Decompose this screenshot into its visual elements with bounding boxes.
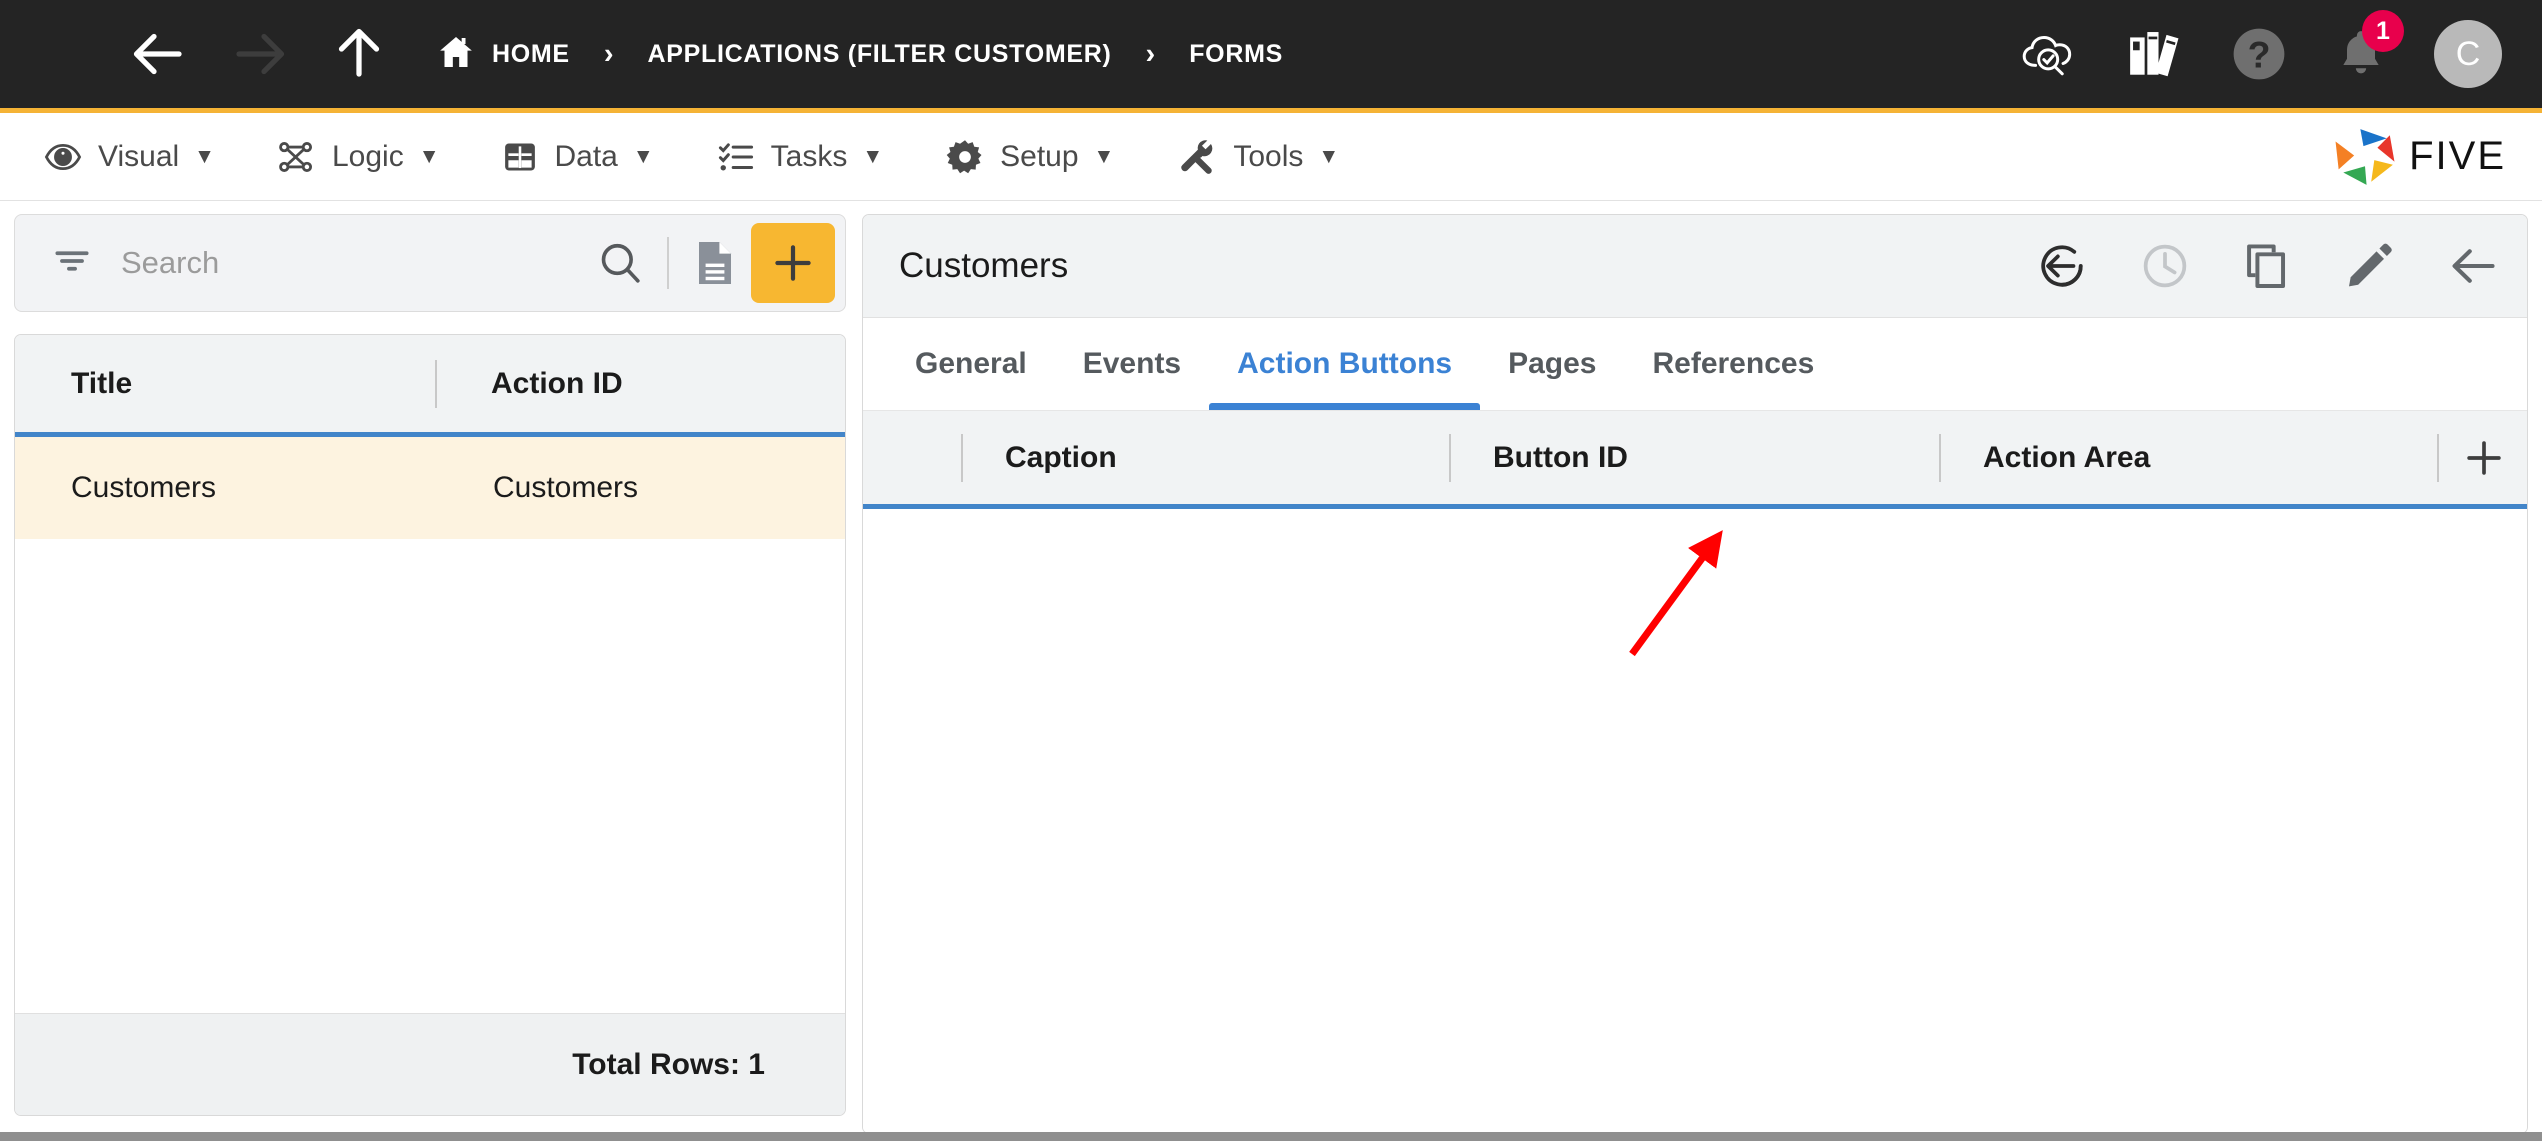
cell-title: Customers xyxy=(71,471,217,504)
column-header-caption[interactable]: Caption xyxy=(963,441,1449,475)
top-navigation-bar: HOME › APPLICATIONS (FILTER CUSTOMER) › … xyxy=(0,0,2542,113)
chevron-down-icon: ▼ xyxy=(418,144,440,168)
tab-label-events: Events xyxy=(1082,347,1182,380)
tab-pages[interactable]: Pages xyxy=(1480,318,1624,410)
grid-footer-total-rows: Total Rows: 1 xyxy=(15,1013,845,1115)
tab-general[interactable]: General xyxy=(887,318,1055,410)
menu-label-setup: Setup xyxy=(1000,139,1079,173)
chevron-down-icon: ▼ xyxy=(1093,144,1115,168)
content-area: Title Action ID Customers Customers Tota… xyxy=(0,202,2542,1134)
toolbar-divider xyxy=(667,237,669,289)
five-logo-text: FIVE xyxy=(2409,134,2506,178)
tab-label-general: General xyxy=(915,347,1027,380)
tools-icon xyxy=(1177,139,1217,175)
up-arrow-icon[interactable] xyxy=(328,23,390,85)
library-books-icon[interactable] xyxy=(2126,26,2184,82)
breadcrumb-item-home[interactable]: HOME xyxy=(436,32,570,77)
table-grid-icon xyxy=(502,140,538,174)
menu-item-visual[interactable]: Visual ▼ xyxy=(44,140,215,174)
page-title: Customers xyxy=(899,246,1069,285)
search-input[interactable] xyxy=(121,245,597,281)
history-clock-icon[interactable] xyxy=(2140,241,2190,291)
home-icon xyxy=(436,32,492,77)
avatar-initial: C xyxy=(2434,20,2502,88)
action-buttons-grid-header: Caption Button ID Action Area xyxy=(863,411,2527,509)
column-header-title[interactable]: Title xyxy=(15,335,435,432)
gear-icon xyxy=(946,139,984,175)
column-header-action-id[interactable]: Action ID xyxy=(437,335,623,432)
logic-flow-icon xyxy=(278,140,316,174)
tab-action-buttons[interactable]: Action Buttons xyxy=(1209,318,1481,410)
chevron-down-icon: ▼ xyxy=(632,144,654,168)
table-row[interactable]: Customers Customers xyxy=(15,437,845,539)
tab-references[interactable]: References xyxy=(1624,318,1842,410)
add-action-button[interactable] xyxy=(2439,437,2505,479)
menu-label-visual: Visual xyxy=(98,139,180,173)
breadcrumb-separator: › xyxy=(1145,37,1156,70)
document-icon[interactable] xyxy=(693,239,737,287)
tab-label-pages: Pages xyxy=(1508,347,1597,380)
column-header-action-area[interactable]: Action Area xyxy=(1941,441,2437,475)
avatar[interactable]: C xyxy=(2434,20,2502,88)
main-menu-bar: Visual ▼ Logic ▼ Data ▼ Tasks ▼ Setup ▼ … xyxy=(0,113,2542,201)
add-record-button[interactable] xyxy=(751,223,835,303)
cloud-check-search-icon[interactable] xyxy=(2018,26,2080,82)
left-list-panel: Title Action ID Customers Customers Tota… xyxy=(14,214,846,1116)
undo-circle-icon[interactable] xyxy=(2037,241,2087,291)
copy-icon[interactable] xyxy=(2243,241,2291,291)
help-icon[interactable]: ? xyxy=(2230,25,2288,83)
action-buttons-grid-body xyxy=(863,509,2527,1133)
svg-text:?: ? xyxy=(2248,34,2271,76)
menu-label-tasks: Tasks xyxy=(770,139,848,173)
detail-panel-header: Customers xyxy=(863,215,2527,318)
back-arrow-icon[interactable] xyxy=(2447,240,2499,292)
form-detail-panel: Customers General Events Action Buttons … xyxy=(862,214,2528,1134)
edit-pencil-icon[interactable] xyxy=(2344,241,2394,291)
notifications-bell-icon[interactable]: 1 xyxy=(2334,10,2404,82)
menu-item-data[interactable]: Data ▼ xyxy=(502,139,654,174)
breadcrumb-item-applications[interactable]: APPLICATIONS (FILTER CUSTOMER) xyxy=(647,40,1111,69)
window-bottom-edge xyxy=(0,1132,2542,1141)
notification-badge: 1 xyxy=(2362,10,2404,52)
menu-label-logic: Logic xyxy=(331,139,404,173)
five-logo: FIVE xyxy=(2329,126,2506,188)
forward-arrow-icon[interactable] xyxy=(228,23,290,85)
plus-icon xyxy=(775,245,811,281)
grid-empty-space xyxy=(15,539,845,1013)
menu-item-setup[interactable]: Setup ▼ xyxy=(946,139,1114,175)
breadcrumb-label-home: HOME xyxy=(492,39,570,68)
forms-grid: Title Action ID Customers Customers Tota… xyxy=(14,334,846,1116)
detail-tabs: General Events Action Buttons Pages Refe… xyxy=(863,318,2527,411)
chevron-down-icon: ▼ xyxy=(194,144,215,168)
chevron-down-icon: ▼ xyxy=(862,144,884,168)
filter-icon[interactable] xyxy=(53,244,91,283)
menu-label-data: Data xyxy=(554,139,618,173)
breadcrumb-item-forms[interactable]: FORMS xyxy=(1189,40,1283,69)
checklist-icon xyxy=(717,140,755,174)
eye-icon xyxy=(44,141,82,173)
application-window: HOME › APPLICATIONS (FILTER CUSTOMER) › … xyxy=(0,0,2542,1141)
tab-label-references: References xyxy=(1652,347,1815,380)
search-toolbar xyxy=(14,214,846,312)
breadcrumb-separator: › xyxy=(603,37,614,70)
hamburger-menu-icon[interactable] xyxy=(48,46,90,63)
tab-label-action-buttons: Action Buttons xyxy=(1237,347,1453,380)
plus-icon xyxy=(2467,440,2501,475)
menu-item-logic[interactable]: Logic ▼ xyxy=(278,139,440,174)
back-arrow-icon[interactable] xyxy=(128,23,190,85)
search-icon[interactable] xyxy=(597,240,643,286)
five-pinwheel-icon xyxy=(2335,128,2395,185)
tab-events[interactable]: Events xyxy=(1055,318,1209,410)
chevron-down-icon: ▼ xyxy=(1318,144,1340,168)
grid-header-row: Title Action ID xyxy=(15,335,845,437)
menu-item-tools[interactable]: Tools ▼ xyxy=(1177,139,1339,175)
menu-item-tasks[interactable]: Tasks ▼ xyxy=(717,140,883,174)
column-header-button-id[interactable]: Button ID xyxy=(1451,441,1939,475)
cell-action-id: Customers xyxy=(493,471,639,504)
detail-panel-actions xyxy=(1984,240,2499,292)
top-bar-actions: ? 1 C xyxy=(1972,10,2502,88)
menu-label-tools: Tools xyxy=(1233,139,1304,173)
